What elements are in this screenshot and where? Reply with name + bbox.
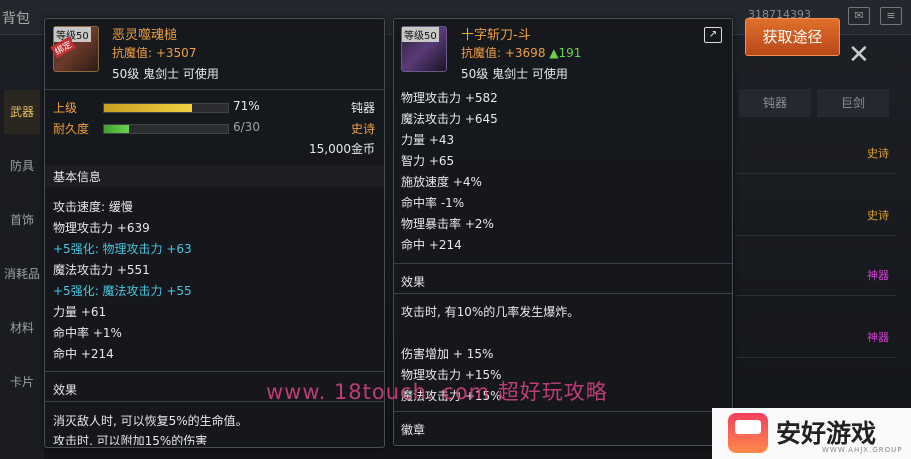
rarity-tag: 神器 xyxy=(867,269,889,282)
stat-line: 物理攻击力 +639 xyxy=(53,221,150,235)
site-watermark: www. 18touch. com 超好玩攻略 xyxy=(266,380,608,404)
divider xyxy=(45,89,384,90)
item-list-background: 钝器 巨剑 史诗 史诗 神器 神器 xyxy=(735,85,911,415)
durability-bar xyxy=(103,124,229,134)
level-badge: 等级50 xyxy=(402,27,439,42)
nav-material[interactable]: 材料 xyxy=(4,306,40,350)
stat-line: 魔法攻击力 +645 xyxy=(401,112,498,126)
nav-accessory[interactable]: 首饰 xyxy=(4,198,40,242)
stat-line: 命中 +214 xyxy=(53,347,114,361)
stat-line: 命中率 -1% xyxy=(401,196,465,210)
stat-line: 命中率 +1% xyxy=(53,326,122,340)
divider xyxy=(45,371,384,372)
resist-value: 抗魔值: +3698 ▲191 xyxy=(461,44,581,61)
item-rarity: 史诗 xyxy=(351,122,376,136)
get-source-button[interactable]: 获取途径 xyxy=(745,18,840,56)
item-icon: 等级50 xyxy=(401,26,447,72)
durability-value: 6/30 xyxy=(233,120,260,134)
resist-bonus: ▲191 xyxy=(549,46,582,60)
inventory-category-nav: 武器 防具 首饰 消耗品 材料 卡片 xyxy=(0,90,44,459)
usage-requirement: 50级 鬼剑士 可使用 xyxy=(112,67,219,81)
mail-icon[interactable]: ✉ xyxy=(848,7,870,25)
list-item[interactable]: 史诗 xyxy=(735,195,895,236)
durability-bar-fill xyxy=(104,125,129,133)
level-badge: 等级50 xyxy=(54,27,91,42)
list-item[interactable]: 史诗 xyxy=(735,133,895,174)
nav-armor[interactable]: 防具 xyxy=(4,144,40,188)
share-icon[interactable]: ↗ xyxy=(704,27,722,43)
effect-line: 攻击时, 有10%的几率发生爆炸。 xyxy=(401,305,580,319)
effect-title: 效果 xyxy=(53,383,78,397)
resist-text: 抗魔值: +3698 xyxy=(461,46,546,60)
item-name: 恶灵噬魂槌 xyxy=(112,28,178,43)
logo-subtitle: WWW.AHJX.GROUP xyxy=(822,446,903,454)
nav-consumable[interactable]: 消耗品 xyxy=(4,252,40,296)
item-price: 15,000金币 xyxy=(309,142,375,156)
menu-icon[interactable]: ≡ xyxy=(880,7,902,25)
item-icon: 等级50 绑定 xyxy=(50,26,99,72)
stat-line: +5强化: 物理攻击力 +63 xyxy=(53,242,192,256)
stat-line: 力量 +61 xyxy=(53,305,107,319)
basic-info-title: 基本信息 xyxy=(53,170,102,184)
gamepad-icon xyxy=(728,413,768,453)
effect-title: 效果 xyxy=(401,275,426,289)
nav-card[interactable]: 卡片 xyxy=(4,360,40,404)
stat-line: 智力 +65 xyxy=(401,154,455,168)
emblem-title: 徽章 xyxy=(401,423,426,437)
upgrade-bar xyxy=(103,103,229,113)
resist-value: 抗魔值: +3507 xyxy=(112,46,197,60)
stat-line: 力量 +43 xyxy=(401,133,455,147)
logo-title: 安好游戏 xyxy=(776,419,877,448)
upgrade-label: 上级 xyxy=(53,101,78,115)
divider xyxy=(394,293,732,294)
effect-stat: 伤害增加 + 15% xyxy=(401,347,494,361)
stat-line: 物理攻击力 +582 xyxy=(401,91,498,105)
stat-line: 命中 +214 xyxy=(401,238,462,252)
upgrade-bar-fill xyxy=(104,104,193,112)
stat-line: +5强化: 魔法攻击力 +55 xyxy=(53,284,192,298)
usage-requirement: 50级 鬼剑士 可使用 xyxy=(461,67,568,81)
divider xyxy=(394,411,732,412)
stat-line: 攻击速度: 缓慢 xyxy=(53,200,133,214)
durability-label: 耐久度 xyxy=(53,122,90,136)
filter-greatsword[interactable]: 巨剑 xyxy=(817,89,889,117)
stat-line: 魔法攻击力 +551 xyxy=(53,263,150,277)
divider xyxy=(394,263,732,264)
rarity-tag: 史诗 xyxy=(867,209,889,222)
upgrade-percent: 71% xyxy=(233,99,260,113)
effect-line: 消灭敌人时, 可以恢复5%的生命值。 xyxy=(53,414,248,428)
filter-blunt[interactable]: 钝器 xyxy=(739,89,811,117)
list-item[interactable]: 神器 xyxy=(735,317,895,358)
item-name: 十字斩刀-斗 xyxy=(461,28,531,43)
brand-logo: 安好游戏 WWW.AHJX.GROUP xyxy=(712,408,911,459)
rarity-tag: 史诗 xyxy=(867,147,889,160)
inventory-title: 背包 xyxy=(2,11,30,27)
item-type: 钝器 xyxy=(351,101,376,115)
close-icon[interactable]: ✕ xyxy=(848,40,870,70)
rarity-tag: 神器 xyxy=(867,331,889,344)
list-item[interactable]: 神器 xyxy=(735,255,895,296)
effect-line: 攻击时, 可以附加15%的伤害 xyxy=(53,434,208,445)
nav-weapon[interactable]: 武器 xyxy=(4,90,40,134)
stat-line: 施放速度 +4% xyxy=(401,175,482,189)
stat-line: 物理暴击率 +2% xyxy=(401,217,494,231)
